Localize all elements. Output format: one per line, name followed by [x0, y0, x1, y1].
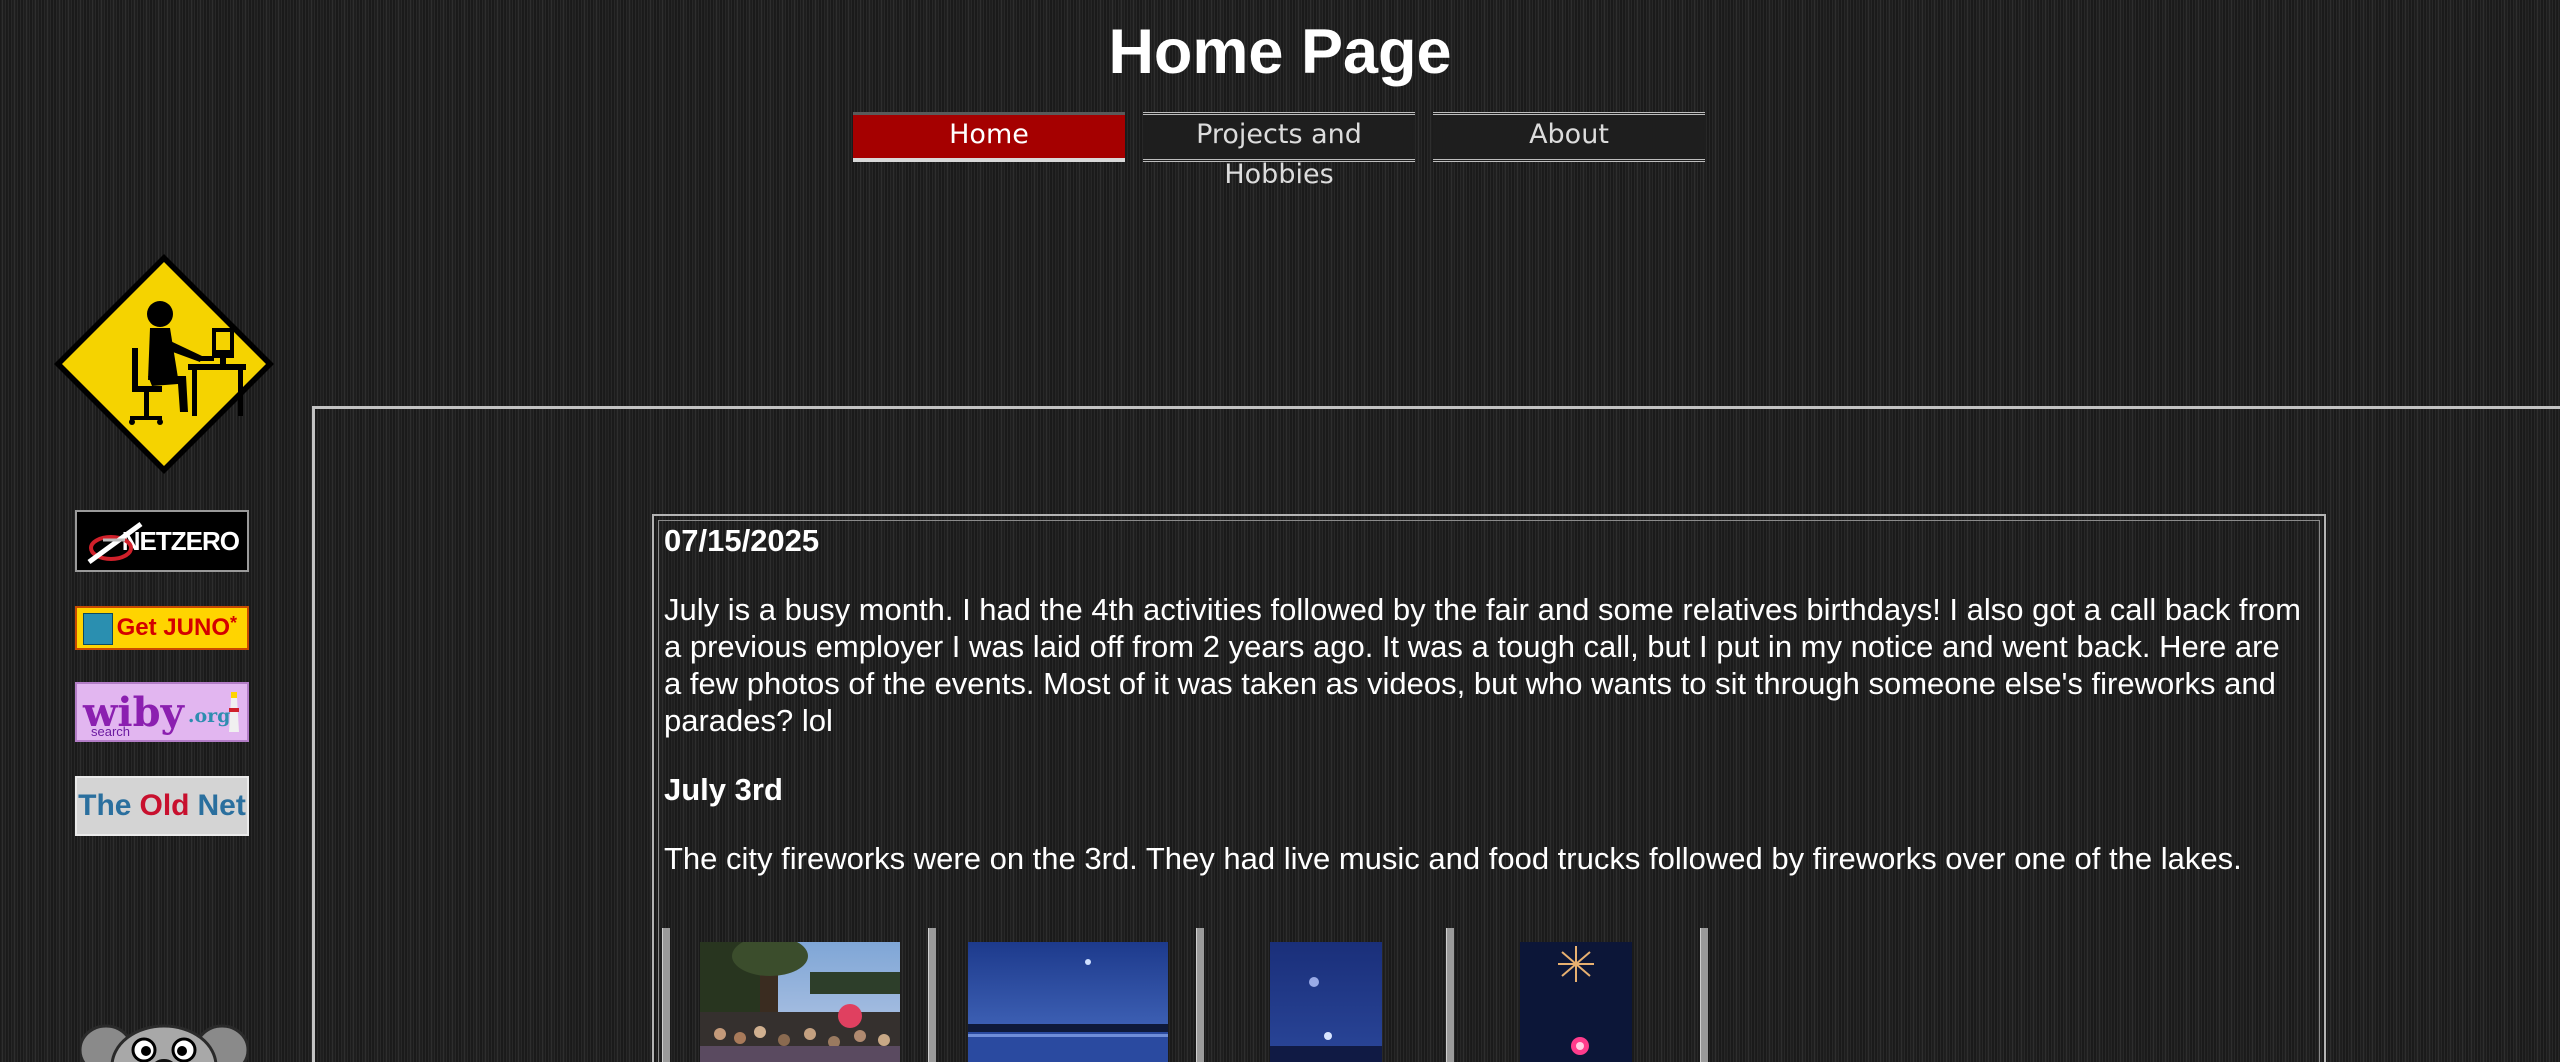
netzero-logo-icon	[87, 521, 143, 565]
post-date: 07/15/2025	[664, 523, 820, 558]
juno-star-icon: *	[229, 612, 237, 633]
juno-label: Get JUNO	[116, 614, 230, 641]
photo-divider	[1196, 928, 1204, 1062]
lighthouse-icon	[229, 692, 239, 732]
juno-badge[interactable]: Get JUNO *	[75, 606, 249, 650]
wiby-search-label: search	[91, 724, 131, 739]
post-section-heading: July 3rd	[664, 772, 783, 807]
photo-crowd-lake[interactable]	[700, 942, 900, 1062]
wiby-org-label: .org	[187, 705, 231, 727]
old-net-label-old: Old	[139, 789, 190, 822]
wiby-badge[interactable]: wiby .org search	[75, 682, 249, 742]
nav-projects-button[interactable]: Projects and Hobbies	[1143, 112, 1415, 190]
photo-divider	[1700, 928, 1708, 1062]
old-net-label-net: Net	[197, 789, 246, 822]
person-at-computer-warning-sign-icon	[52, 252, 276, 476]
photo-firework-night[interactable]	[1270, 942, 1382, 1062]
photo-lake-dusk[interactable]	[968, 942, 1168, 1062]
nav-about-button[interactable]: About	[1433, 112, 1705, 162]
photo-divider	[1446, 928, 1454, 1062]
old-net-badge[interactable]: The Old Net	[75, 776, 249, 836]
koala-mascot-icon	[80, 1016, 248, 1062]
photo-divider	[928, 928, 936, 1062]
netzero-badge[interactable]: NETZERO	[75, 510, 249, 572]
juno-pencil-icon	[83, 613, 113, 645]
post-intro: July is a busy month. I had the 4th acti…	[664, 592, 2301, 738]
page-title: Home Page	[1108, 17, 1452, 87]
photo-gallery	[660, 928, 1710, 1062]
photo-divider	[662, 928, 670, 1062]
blog-post-body: 07/15/2025 July is a busy month. I had t…	[664, 522, 2304, 909]
nav-home-button[interactable]: Home	[853, 112, 1125, 162]
old-net-label-the: The	[78, 789, 132, 822]
photo-firework-burst[interactable]	[1520, 942, 1632, 1062]
post-section-text: The city fireworks were on the 3rd. They…	[664, 841, 2242, 876]
